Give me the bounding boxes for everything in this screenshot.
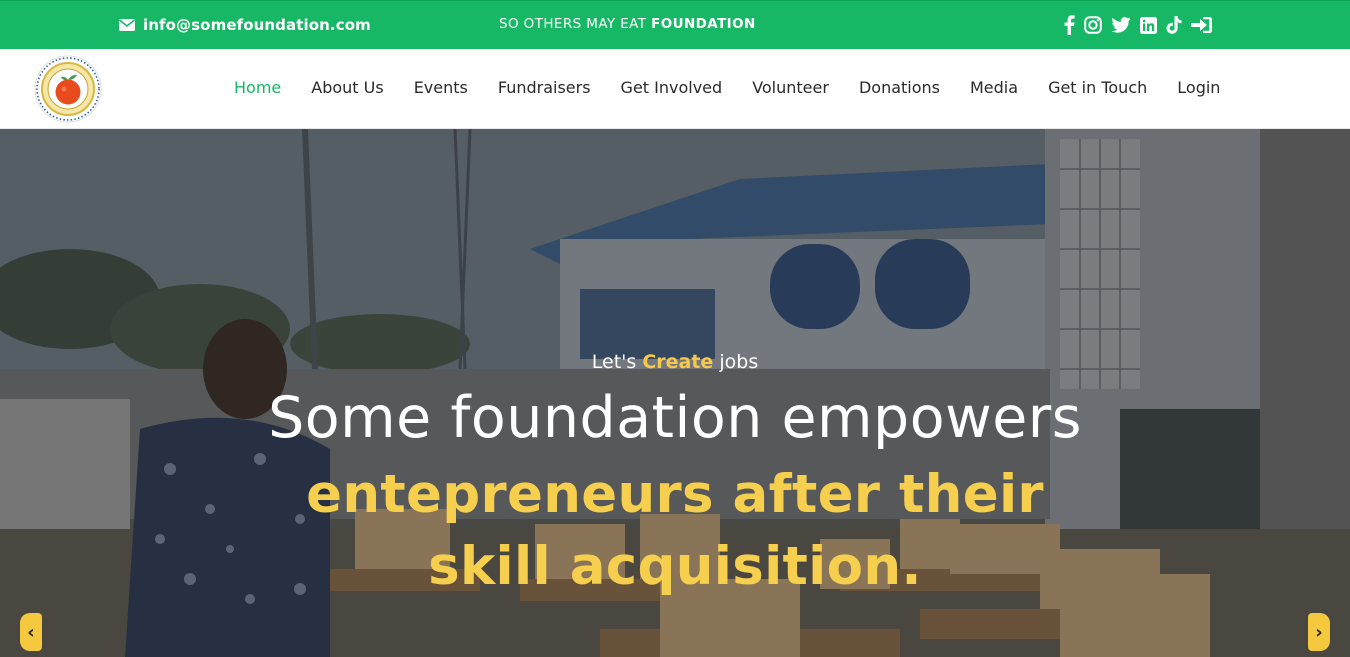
nav-about-us[interactable]: About Us <box>311 78 383 97</box>
hero-highlight: entepreneurs after their skill acquisiti… <box>306 464 1044 597</box>
nav-fundraisers[interactable]: Fundraisers <box>498 78 591 97</box>
prev-slide-button[interactable]: ‹ <box>20 613 42 651</box>
tagline-prefix: SO OTHERS MAY EAT <box>499 16 652 32</box>
hero-slider: Let's Create jobs Some foundation empowe… <box>0 129 1350 657</box>
instagram-icon[interactable] <box>1084 14 1102 36</box>
kicker-suffix: jobs <box>713 351 759 373</box>
tagline: SO OTHERS MAY EAT FOUNDATION <box>499 16 756 32</box>
chevron-right-icon: › <box>1315 621 1323 643</box>
twitter-icon[interactable] <box>1111 14 1131 36</box>
nav-media[interactable]: Media <box>970 78 1018 97</box>
facebook-icon[interactable] <box>1064 14 1075 36</box>
login-icon[interactable] <box>1191 14 1213 36</box>
foundation-logo[interactable] <box>33 55 103 123</box>
email-link[interactable]: info@somefoundation.com <box>119 15 371 35</box>
kicker-prefix: Let's <box>591 351 643 373</box>
nav-get-involved[interactable]: Get Involved <box>621 78 723 97</box>
nav-login[interactable]: Login <box>1177 78 1220 97</box>
chevron-left-icon: ‹ <box>27 621 35 643</box>
nav-volunteer[interactable]: Volunteer <box>752 78 829 97</box>
hero-headline: Some foundation empowers <box>268 385 1082 451</box>
envelope-icon <box>119 19 135 31</box>
nav-events[interactable]: Events <box>414 78 468 97</box>
hero-kicker: Let's Create jobs <box>0 351 1350 373</box>
main-nav: Home About Us Events Fundraisers Get Inv… <box>234 78 1220 97</box>
tiktok-icon[interactable] <box>1166 14 1182 36</box>
site-header: Home About Us Events Fundraisers Get Inv… <box>0 49 1350 129</box>
linkedin-icon[interactable] <box>1140 14 1157 36</box>
top-bar: info@somefoundation.com SO OTHERS MAY EA… <box>0 0 1350 49</box>
nav-donations[interactable]: Donations <box>859 78 940 97</box>
nav-home[interactable]: Home <box>234 78 281 97</box>
nav-get-in-touch[interactable]: Get in Touch <box>1048 78 1147 97</box>
kicker-highlight: Create <box>642 351 714 373</box>
tagline-bold: FOUNDATION <box>651 16 756 32</box>
next-slide-button[interactable]: › <box>1308 613 1330 651</box>
social-links <box>1064 13 1213 37</box>
email-text: info@somefoundation.com <box>143 16 371 34</box>
